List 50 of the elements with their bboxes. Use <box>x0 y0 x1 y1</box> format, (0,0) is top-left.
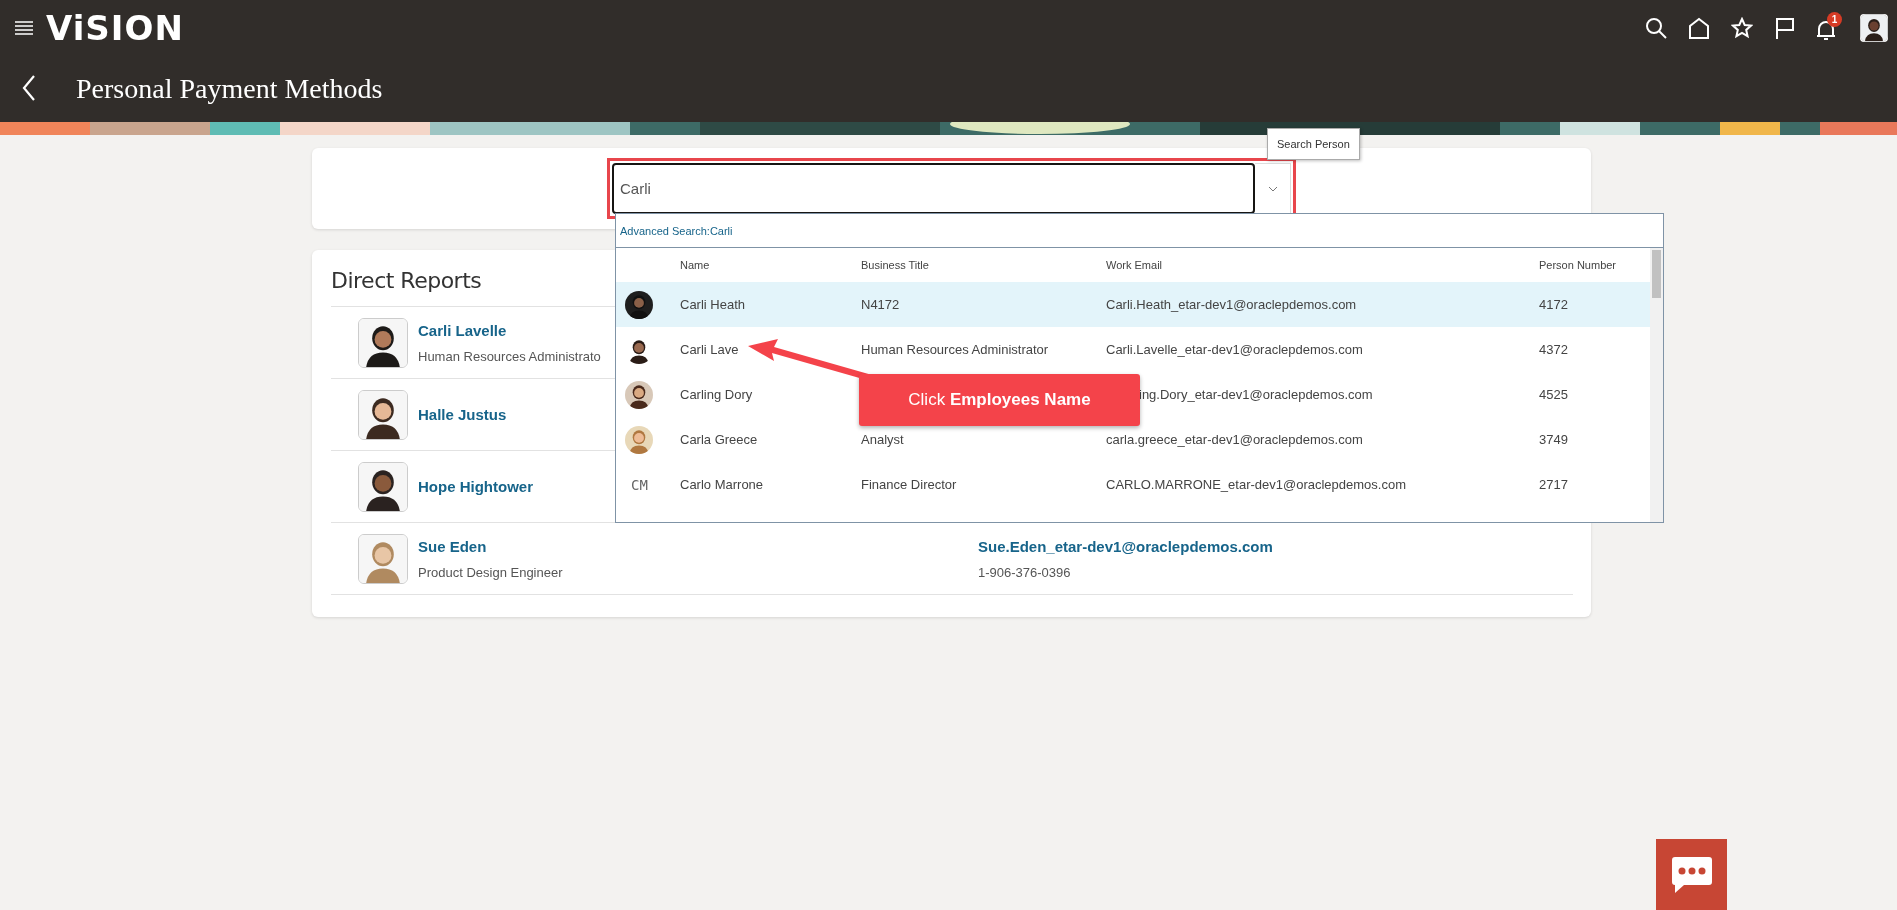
table-cell-text: Analyst <box>861 432 905 447</box>
notification-badge: 1 <box>1827 12 1842 27</box>
table-cell-text: carla.greece_etar-dev1@oraclepdemos.com <box>1106 432 1364 447</box>
flag-icon[interactable] <box>1773 16 1797 40</box>
logo: ViSION <box>46 8 184 48</box>
tooltip: Search Person <box>1267 128 1360 160</box>
scrollbar[interactable] <box>1650 248 1663 522</box>
table-cell-text: 4372 <box>1539 342 1569 357</box>
phone-number: 1-906-376-0396 <box>978 564 1071 580</box>
result-row[interactable]: Carli Heath N4172 Carli.Heath_etar-dev1@oraclepdemos.com 4172 <box>616 282 1650 327</box>
initials-avatar: CM <box>631 476 649 493</box>
column-header: Business Title <box>861 259 930 271</box>
dropdown-button[interactable] <box>1255 163 1291 214</box>
table-cell-text: ing.Dory_etar-dev1@oraclepdemos.com <box>1138 387 1374 402</box>
job-title: Product Design Engineer <box>418 564 563 580</box>
advanced-search-link[interactable]: Advanced Search:Carli <box>616 214 1663 248</box>
table-cell-text: Finance Director <box>861 477 958 492</box>
person-name[interactable]: Halle Justus <box>418 406 507 423</box>
table-cell-text: Carlo Marrone <box>680 477 765 492</box>
search-icon[interactable] <box>1644 16 1668 40</box>
search-field[interactable]: Carli <box>612 163 1255 214</box>
person-name[interactable]: Sue Eden <box>418 537 487 555</box>
chevron-down-icon <box>1267 185 1278 192</box>
home-icon[interactable] <box>1687 16 1711 40</box>
section-title: Direct Reports <box>331 268 483 293</box>
job-title: Human Resources Administrato <box>418 348 601 364</box>
table-cell-text: N4172 <box>861 297 901 312</box>
column-header: Person Number <box>1539 259 1618 271</box>
person-name[interactable]: Carli Lavelle <box>418 321 507 339</box>
table-cell-text: Human Resources Administrator <box>861 342 1050 357</box>
email-link[interactable]: Sue.Eden_etar-dev1@oraclepdemos.com <box>978 537 1273 555</box>
chat-icon <box>1671 856 1712 893</box>
chat-button[interactable] <box>1656 839 1727 910</box>
person-name[interactable]: Hope Hightower <box>418 478 533 495</box>
table-cell-text: CARLO.MARRONE_etar-dev1@oraclepdemos.com <box>1106 477 1408 492</box>
table-cell-text: 2717 <box>1539 477 1569 492</box>
table-cell-text: Carli Lave <box>680 342 740 357</box>
table-cell-text: Carli.Lavelle_etar-dev1@oraclepdemos.com <box>1106 342 1364 357</box>
table-cell-text: Carling Dory <box>680 387 754 402</box>
page-title: Personal Payment Methods <box>76 73 383 105</box>
star-icon[interactable] <box>1730 16 1754 40</box>
table-cell-text: 4525 <box>1539 387 1569 402</box>
table-cell-text: Carli.Heath_etar-dev1@oraclepdemos.com <box>1106 297 1358 312</box>
column-header: Name <box>680 259 711 271</box>
column-header: Work Email <box>1106 259 1164 271</box>
table-cell-text: Carla Greece <box>680 432 759 447</box>
table-cell-text: 4172 <box>1539 297 1569 312</box>
table-cell-text: Carli Heath <box>680 297 747 312</box>
callout: Click Employees Name <box>859 374 1140 426</box>
table-cell-text: 3749 <box>1539 432 1569 447</box>
